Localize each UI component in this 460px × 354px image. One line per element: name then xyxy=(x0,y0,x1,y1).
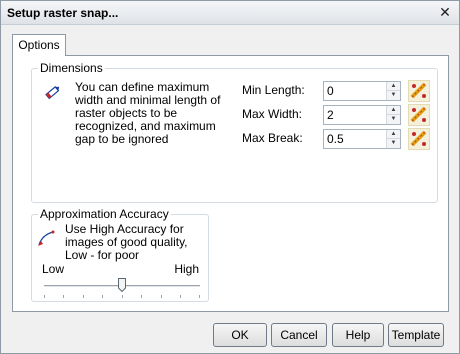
spin-up-icon[interactable]: ▲ xyxy=(387,82,400,91)
max-width-value: 2 xyxy=(327,108,334,122)
title-bar: Setup raster snap... ✕ xyxy=(1,1,459,25)
max-break-value: 0.5 xyxy=(327,132,344,146)
spin-up-icon[interactable]: ▲ xyxy=(387,106,400,115)
ok-button[interactable]: OK xyxy=(213,323,267,347)
slider-tick xyxy=(161,295,162,298)
accuracy-slider-thumb[interactable] xyxy=(118,278,126,292)
spin-up-icon[interactable]: ▲ xyxy=(387,130,400,139)
pick-measure-icon xyxy=(410,106,427,123)
min-length-value: 0 xyxy=(327,84,334,98)
spin-down-icon[interactable]: ▼ xyxy=(387,91,400,100)
slider-tick xyxy=(102,295,103,298)
max-width-stepper[interactable]: 2 ▲ ▼ xyxy=(323,105,401,125)
accuracy-description: Use High Accuracy for images of good qua… xyxy=(65,222,188,262)
accuracy-group: Approximation Accuracy Use High Accuracy… xyxy=(31,207,209,302)
tab-options[interactable]: Options xyxy=(12,34,66,56)
slider-tick xyxy=(199,295,200,298)
slider-tick xyxy=(63,295,64,298)
max-break-label: Max Break: xyxy=(242,131,303,145)
slider-tick xyxy=(141,295,142,298)
slider-high-label: High xyxy=(174,262,199,276)
spin-down-icon[interactable]: ▼ xyxy=(387,115,400,124)
min-length-arrows: ▲ ▼ xyxy=(386,82,400,100)
dimensions-caption: Dimensions xyxy=(38,61,105,75)
accuracy-caption: Approximation Accuracy xyxy=(38,207,171,221)
pick-max-width-button[interactable] xyxy=(408,104,430,126)
cancel-button[interactable]: Cancel xyxy=(271,323,327,347)
slider-tick xyxy=(180,295,181,298)
slider-tick xyxy=(44,295,45,298)
dimensions-description: You can define maximum width and minimal… xyxy=(75,80,221,146)
slider-low-label: Low xyxy=(42,262,65,276)
min-length-stepper[interactable]: 0 ▲ ▼ xyxy=(323,81,401,101)
min-length-label: Min Length: xyxy=(242,83,305,97)
max-width-arrows: ▲ ▼ xyxy=(386,106,400,124)
slider-tick xyxy=(122,295,123,298)
close-icon[interactable]: ✕ xyxy=(437,4,453,20)
template-button[interactable]: Template xyxy=(388,323,444,347)
max-width-label: Max Width: xyxy=(242,107,303,121)
pick-min-length-button[interactable] xyxy=(408,80,430,102)
dimensions-group: Dimensions You can define maximum width … xyxy=(31,61,438,203)
help-button[interactable]: Help xyxy=(332,323,384,347)
pick-max-break-button[interactable] xyxy=(408,128,430,150)
max-break-stepper[interactable]: 0.5 ▲ ▼ xyxy=(323,129,401,149)
pick-measure-icon xyxy=(410,130,427,147)
dialog-window: Setup raster snap... ✕ Options Dimension… xyxy=(0,0,460,354)
curve-pencil-icon xyxy=(38,230,55,246)
options-panel: Dimensions You can define maximum width … xyxy=(12,55,449,312)
window-title: Setup raster snap... xyxy=(7,6,119,20)
slider-tick xyxy=(83,295,84,298)
max-break-arrows: ▲ ▼ xyxy=(386,130,400,148)
spin-down-icon[interactable]: ▼ xyxy=(387,139,400,148)
pick-measure-icon xyxy=(410,82,427,99)
pencil-icon xyxy=(45,86,60,100)
